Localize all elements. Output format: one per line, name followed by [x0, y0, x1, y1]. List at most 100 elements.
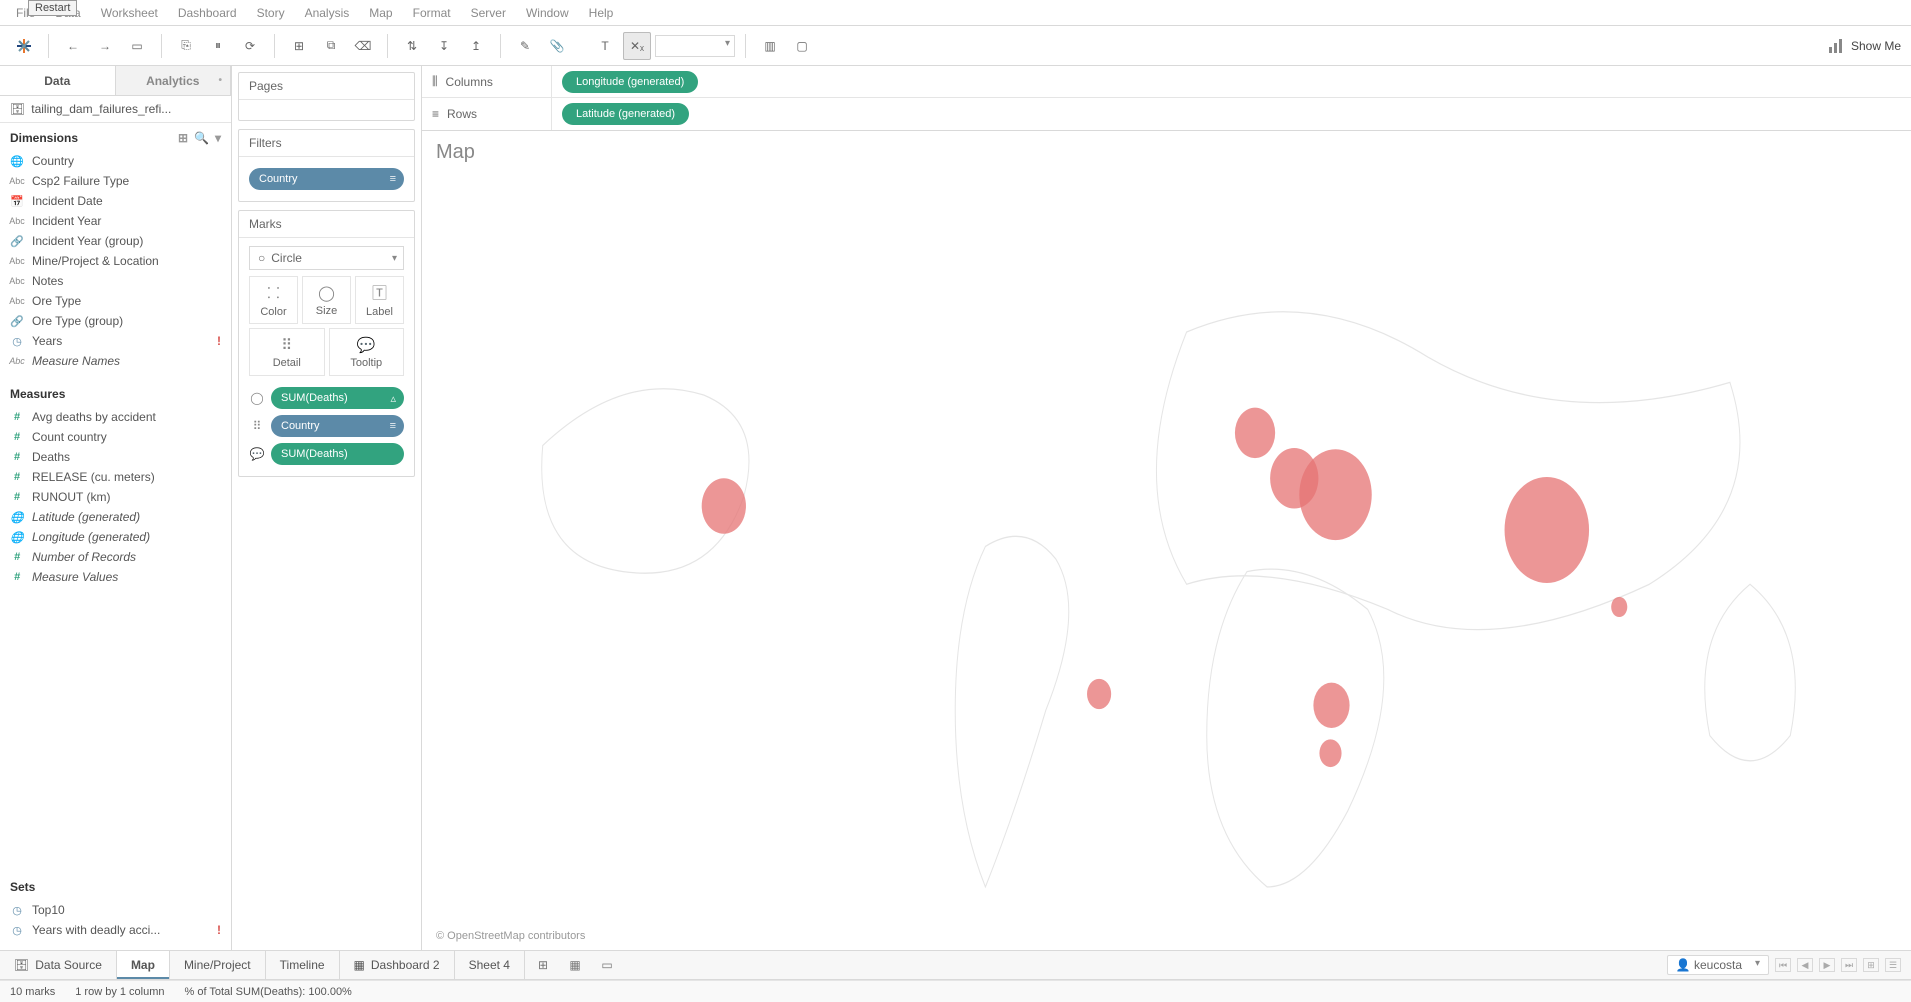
mark-spain[interactable]	[1235, 408, 1275, 458]
mark-tooltip-button[interactable]: 💬 Tooltip	[329, 328, 405, 376]
columns-pill[interactable]: Longitude (generated)	[562, 71, 698, 93]
field-csp2-failure-type[interactable]: AbcCsp2 Failure Type	[0, 171, 231, 191]
menu-story[interactable]: Story	[247, 2, 295, 24]
field-incident-date[interactable]: 📅Incident Date	[0, 191, 231, 211]
sort-desc-icon[interactable]: ↥	[462, 32, 490, 60]
mark-label-button[interactable]: 🅃 Label	[355, 276, 404, 324]
user-menu[interactable]: 👤 keucosta	[1667, 955, 1769, 975]
mark-color-button[interactable]: ⸬ Color	[249, 276, 298, 324]
field-runout-km-[interactable]: #RUNOUT (km)	[0, 487, 231, 507]
field-incident-year[interactable]: AbcIncident Year	[0, 211, 231, 231]
show-me-button[interactable]: Show Me	[1829, 39, 1901, 53]
field-ore-type-group-[interactable]: 🔗Ore Type (group)	[0, 311, 231, 331]
field-years-with-deadly-acci-[interactable]: ◷Years with deadly acci...!	[0, 920, 231, 940]
group-icon[interactable]: 📎	[543, 32, 571, 60]
filmstrip-controls[interactable]: ⏮◀▶⏭ ⊞ ☰	[1775, 958, 1901, 972]
new-dashboard-tab-icon[interactable]: ▦	[563, 958, 587, 972]
field-number-of-records[interactable]: #Number of Records	[0, 547, 231, 567]
new-story-tab-icon[interactable]: ▭	[595, 958, 619, 972]
menu-analysis[interactable]: Analysis	[295, 2, 360, 24]
new-datasource-icon[interactable]: ⎘	[172, 32, 200, 60]
mark-pill-sum-deaths-[interactable]: SUM(Deaths)	[271, 443, 404, 465]
list-icon[interactable]: ☰	[1885, 958, 1901, 972]
sheet-tab-map[interactable]: Map	[117, 951, 170, 979]
sort-asc-icon[interactable]: ↧	[430, 32, 458, 60]
menu-format[interactable]: Format	[403, 2, 461, 24]
highlight-icon[interactable]: ✎	[511, 32, 539, 60]
field-latitude-generated-[interactable]: 🌐Latitude (generated)	[0, 507, 231, 527]
mark-type-select[interactable]: ○ Circle	[249, 246, 404, 270]
field-measure-values[interactable]: #Measure Values	[0, 567, 231, 587]
mark-philippines[interactable]	[1611, 597, 1627, 617]
tableau-logo-icon[interactable]	[10, 32, 38, 60]
sheet-tab-timeline[interactable]: Timeline	[266, 951, 340, 979]
field-notes[interactable]: AbcNotes	[0, 271, 231, 291]
refresh-icon[interactable]: ⟳	[236, 32, 264, 60]
mark-bulgaria[interactable]	[1299, 449, 1371, 540]
sheet-tab-sheet-4[interactable]: Sheet 4	[455, 951, 525, 979]
field-measure-names[interactable]: AbcMeasure Names	[0, 351, 231, 371]
menu-map[interactable]: Map	[359, 2, 402, 24]
mark-china[interactable]	[1505, 477, 1590, 583]
viz-area[interactable]: © OpenStreetMap contributors	[422, 168, 1911, 950]
fit-dropdown[interactable]	[655, 35, 735, 57]
mark-brazil[interactable]	[1087, 679, 1111, 709]
duplicate-icon[interactable]: ⧉	[317, 32, 345, 60]
field-top10[interactable]: ◷Top10	[0, 900, 231, 920]
new-worksheet-tab-icon[interactable]: ⊞	[531, 958, 555, 972]
field-deaths[interactable]: #Deaths	[0, 447, 231, 467]
datasource-row[interactable]: 🗄 tailing_dam_failures_refi...	[0, 96, 231, 123]
mark-size-button[interactable]: ◯ Size	[302, 276, 351, 324]
filter-pill-country[interactable]: Country≡	[249, 168, 404, 190]
sheet-tab-mine-project[interactable]: Mine/Project	[170, 951, 266, 979]
clip-icon: 🔗	[10, 315, 24, 328]
datasource-tab[interactable]: 🗄 Data Source	[0, 951, 117, 979]
menu-server[interactable]: Server	[461, 2, 516, 24]
rows-pill[interactable]: Latitude (generated)	[562, 103, 689, 125]
field-longitude-generated-[interactable]: 🌐Longitude (generated)	[0, 527, 231, 547]
field-release-cu-meters-[interactable]: #RELEASE (cu. meters)	[0, 467, 231, 487]
mark-pill-sum-deaths-[interactable]: SUM(Deaths)▵	[271, 387, 404, 409]
swap-icon[interactable]: ⇅	[398, 32, 426, 60]
menu-worksheet[interactable]: Worksheet	[91, 2, 168, 24]
field-avg-deaths-by-accident[interactable]: #Avg deaths by accident	[0, 407, 231, 427]
field-count-country[interactable]: #Count country	[0, 427, 231, 447]
fix-map-icon[interactable]: ✕ₓ	[623, 32, 651, 60]
menu-icon[interactable]: ▾	[215, 131, 221, 145]
sheet-tab-dashboard-2[interactable]: ▦Dashboard 2	[340, 951, 455, 979]
field-years[interactable]: ◷Years!	[0, 331, 231, 351]
grid-icon[interactable]: ⊞	[1863, 958, 1879, 972]
pause-auto-updates-icon[interactable]: ⏸	[204, 32, 232, 60]
view-icon[interactable]: ⊞	[178, 131, 188, 145]
tab-analytics[interactable]: Analytics	[116, 66, 232, 95]
menu-window[interactable]: Window	[516, 2, 579, 24]
rows-shelf[interactable]: ≡ Rows Latitude (generated)	[422, 98, 1911, 130]
field-ore-type[interactable]: AbcOre Type	[0, 291, 231, 311]
mark-zambia[interactable]	[1313, 683, 1349, 728]
field-incident-year-group-[interactable]: 🔗Incident Year (group)	[0, 231, 231, 251]
viz-title[interactable]: Map	[422, 131, 1911, 168]
menu-help[interactable]: Help	[579, 2, 624, 24]
mark-usa[interactable]	[702, 478, 746, 533]
clear-icon[interactable]: ⌫	[349, 32, 377, 60]
presentation-icon[interactable]: ▢	[788, 32, 816, 60]
show-cards-icon[interactable]: ▥	[756, 32, 784, 60]
color-icon: ⸬	[267, 283, 279, 303]
redo-icon[interactable]: →	[91, 32, 119, 60]
mark-pill-row: ◯SUM(Deaths)▵	[249, 384, 404, 412]
columns-shelf[interactable]: ⫼ Columns Longitude (generated)	[422, 66, 1911, 98]
mark-south-africa[interactable]	[1319, 739, 1341, 767]
restart-button[interactable]: Restart	[28, 0, 77, 16]
find-icon[interactable]: 🔍	[194, 131, 209, 145]
user-name: keucosta	[1694, 958, 1742, 972]
undo-icon[interactable]: ←	[59, 32, 87, 60]
field-country[interactable]: 🌐Country	[0, 151, 231, 171]
menu-dashboard[interactable]: Dashboard	[168, 2, 247, 24]
new-worksheet-icon[interactable]: ⊞	[285, 32, 313, 60]
save-icon[interactable]: ▭	[123, 32, 151, 60]
tab-data[interactable]: Data	[0, 66, 116, 95]
mark-detail-button[interactable]: ⠿ Detail	[249, 328, 325, 376]
mark-pill-country[interactable]: Country≡	[271, 415, 404, 437]
field-mine-project-location[interactable]: AbcMine/Project & Location	[0, 251, 231, 271]
text-icon[interactable]: T	[591, 32, 619, 60]
